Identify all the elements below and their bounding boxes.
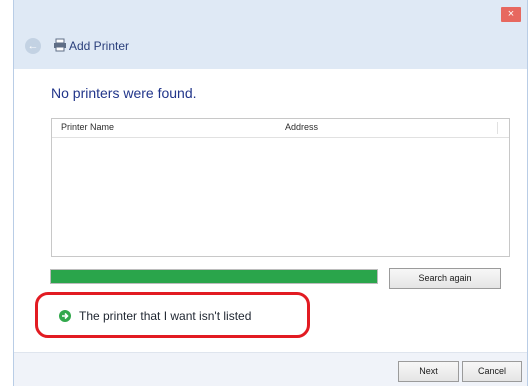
highlight-annotation (35, 292, 310, 338)
title-bar: × ← Add Printer (14, 0, 527, 69)
close-icon: × (507, 8, 515, 20)
progress-fill (51, 270, 377, 283)
column-header-address[interactable]: Address (285, 122, 318, 132)
search-again-button[interactable]: Search again (389, 268, 501, 289)
page-title: No printers were found. (51, 85, 197, 101)
search-progress-bar (50, 269, 378, 284)
printer-icon (54, 38, 66, 52)
back-arrow-icon: ← (27, 40, 39, 52)
table-header: Printer Name Address (52, 119, 509, 138)
printer-list[interactable]: Printer Name Address (51, 118, 510, 257)
close-button[interactable]: × (501, 7, 521, 22)
next-button[interactable]: Next (398, 361, 459, 382)
cancel-button[interactable]: Cancel (462, 361, 522, 382)
window-title: Add Printer (69, 39, 130, 53)
add-printer-dialog: × ← Add Printer No printers were found. … (13, 0, 528, 386)
column-divider (497, 122, 498, 134)
column-header-printer-name[interactable]: Printer Name (61, 122, 114, 132)
back-button[interactable]: ← (25, 38, 41, 54)
